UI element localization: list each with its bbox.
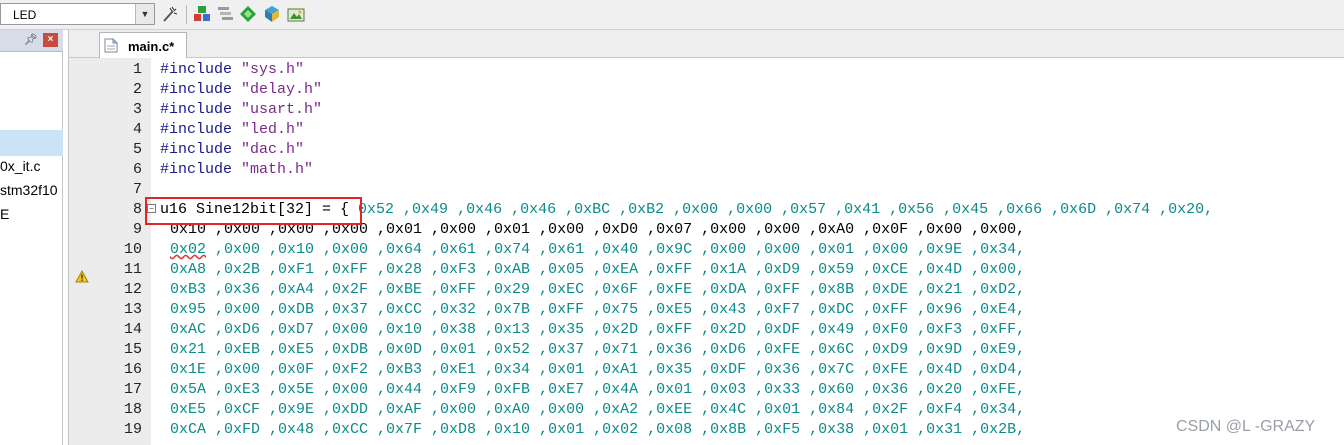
code-line: #include "usart.h" xyxy=(160,101,323,118)
code-line: #include "led.h" xyxy=(160,121,305,138)
selected-tree-item-bg[interactable] xyxy=(0,130,63,156)
code-line: #include "dac.h" xyxy=(160,141,305,158)
tab-label: main.c* xyxy=(128,39,175,54)
code-line: #include "math.h" xyxy=(160,161,314,178)
annotation-highlight-box xyxy=(145,197,362,225)
code-line: 0x5A ,0xE3 ,0x5E ,0x00 ,0x44 ,0xF9 ,0xFB… xyxy=(170,381,1026,398)
tree-item-stm32-file[interactable]: stm32f10 xyxy=(0,182,58,198)
pin-icon[interactable]: 📌︎ xyxy=(24,33,38,46)
line-number: 1 xyxy=(132,61,142,78)
chevron-down-icon[interactable]: ▼ xyxy=(135,4,154,24)
line-number-gutter: 1 2 3 4 5 6 7 8 9 10 11 12 13 14 15 16 1… xyxy=(69,58,151,445)
code-line: #include "delay.h" xyxy=(160,81,323,98)
tab-main-c[interactable]: main.c* xyxy=(99,32,187,58)
line-number: 12 xyxy=(123,281,142,298)
line-number: 6 xyxy=(132,161,142,178)
code-line: 0xB3 ,0x36 ,0xA4 ,0x2F ,0xBE ,0xFF ,0x29… xyxy=(170,281,1026,298)
code-line: 0x95 ,0x00 ,0xDB ,0x37 ,0xCC ,0x32 ,0x7B… xyxy=(170,301,1026,318)
line-number: 10 xyxy=(123,241,142,258)
line-number: 9 xyxy=(132,221,142,238)
select-packs-icon[interactable] xyxy=(286,4,306,24)
project-panel-header: 📌︎ × xyxy=(0,30,63,52)
close-icon[interactable]: × xyxy=(43,33,58,47)
extensions-icon[interactable] xyxy=(262,4,282,24)
target-select-value: LED xyxy=(13,8,37,22)
target-select[interactable]: LED ▼ xyxy=(0,3,155,25)
line-number: 15 xyxy=(123,341,142,358)
line-number: 16 xyxy=(123,361,142,378)
watermark: CSDN @L -GRAZY xyxy=(1176,418,1316,435)
code-line: 0xE5 ,0xCF ,0x9E ,0xDD ,0xAF ,0x00 ,0xA0… xyxy=(170,401,1026,418)
line-number: 13 xyxy=(123,301,142,318)
line-number: 19 xyxy=(123,421,142,438)
code-editor[interactable]: main.c* 1 2 3 4 5 6 7 8 9 10 11 12 13 14… xyxy=(68,30,1344,445)
line-number: 3 xyxy=(132,101,142,118)
warning-token: 0x02 xyxy=(170,241,207,258)
editor-tabbar: main.c* xyxy=(69,30,1344,58)
code-line: 0x02 ,0x00 ,0x10 ,0x00 ,0x64 ,0x61 ,0x74… xyxy=(170,241,1026,258)
line-number: 4 xyxy=(132,121,142,138)
code-line: 0xA8 ,0x2B ,0xF1 ,0xFF ,0x28 ,0xF3 ,0xAB… xyxy=(170,261,1026,278)
file-icon xyxy=(104,38,118,53)
line-number: 8 xyxy=(132,201,142,218)
code-line: 0xCA ,0xFD ,0x48 ,0xCC ,0x7F ,0xD8 ,0x10… xyxy=(170,421,1026,438)
toolbar-separator xyxy=(186,5,187,24)
code-line: 0x1E ,0x00 ,0x0F ,0xF2 ,0xB3 ,0xE1 ,0x34… xyxy=(170,361,1026,378)
line-number: 5 xyxy=(132,141,142,158)
line-number: 18 xyxy=(123,401,142,418)
rte-icon[interactable] xyxy=(238,4,258,24)
toolbar: LED ▼ xyxy=(0,0,1344,30)
manage-components-icon[interactable] xyxy=(215,4,235,24)
pack-installer-icon[interactable] xyxy=(192,4,212,24)
line-number: 14 xyxy=(123,321,142,338)
code-line: 0xAC ,0xD6 ,0xD7 ,0x00 ,0x10 ,0x38 ,0x13… xyxy=(170,321,1026,338)
project-panel: 📌︎ × 0x_it.c stm32f10 E xyxy=(0,30,63,445)
tree-item-it-file[interactable]: 0x_it.c xyxy=(0,158,40,174)
magic-wand-icon[interactable] xyxy=(160,4,180,24)
tree-item-e[interactable]: E xyxy=(0,206,9,222)
code-line: #include "sys.h" xyxy=(160,61,305,78)
line-number: 7 xyxy=(132,181,142,198)
code-line: 0x21 ,0xEB ,0xE5 ,0xDB ,0x0D ,0x01 ,0x52… xyxy=(170,341,1026,358)
line-number: 17 xyxy=(123,381,142,398)
warning-icon[interactable] xyxy=(75,270,89,283)
line-number: 2 xyxy=(132,81,142,98)
